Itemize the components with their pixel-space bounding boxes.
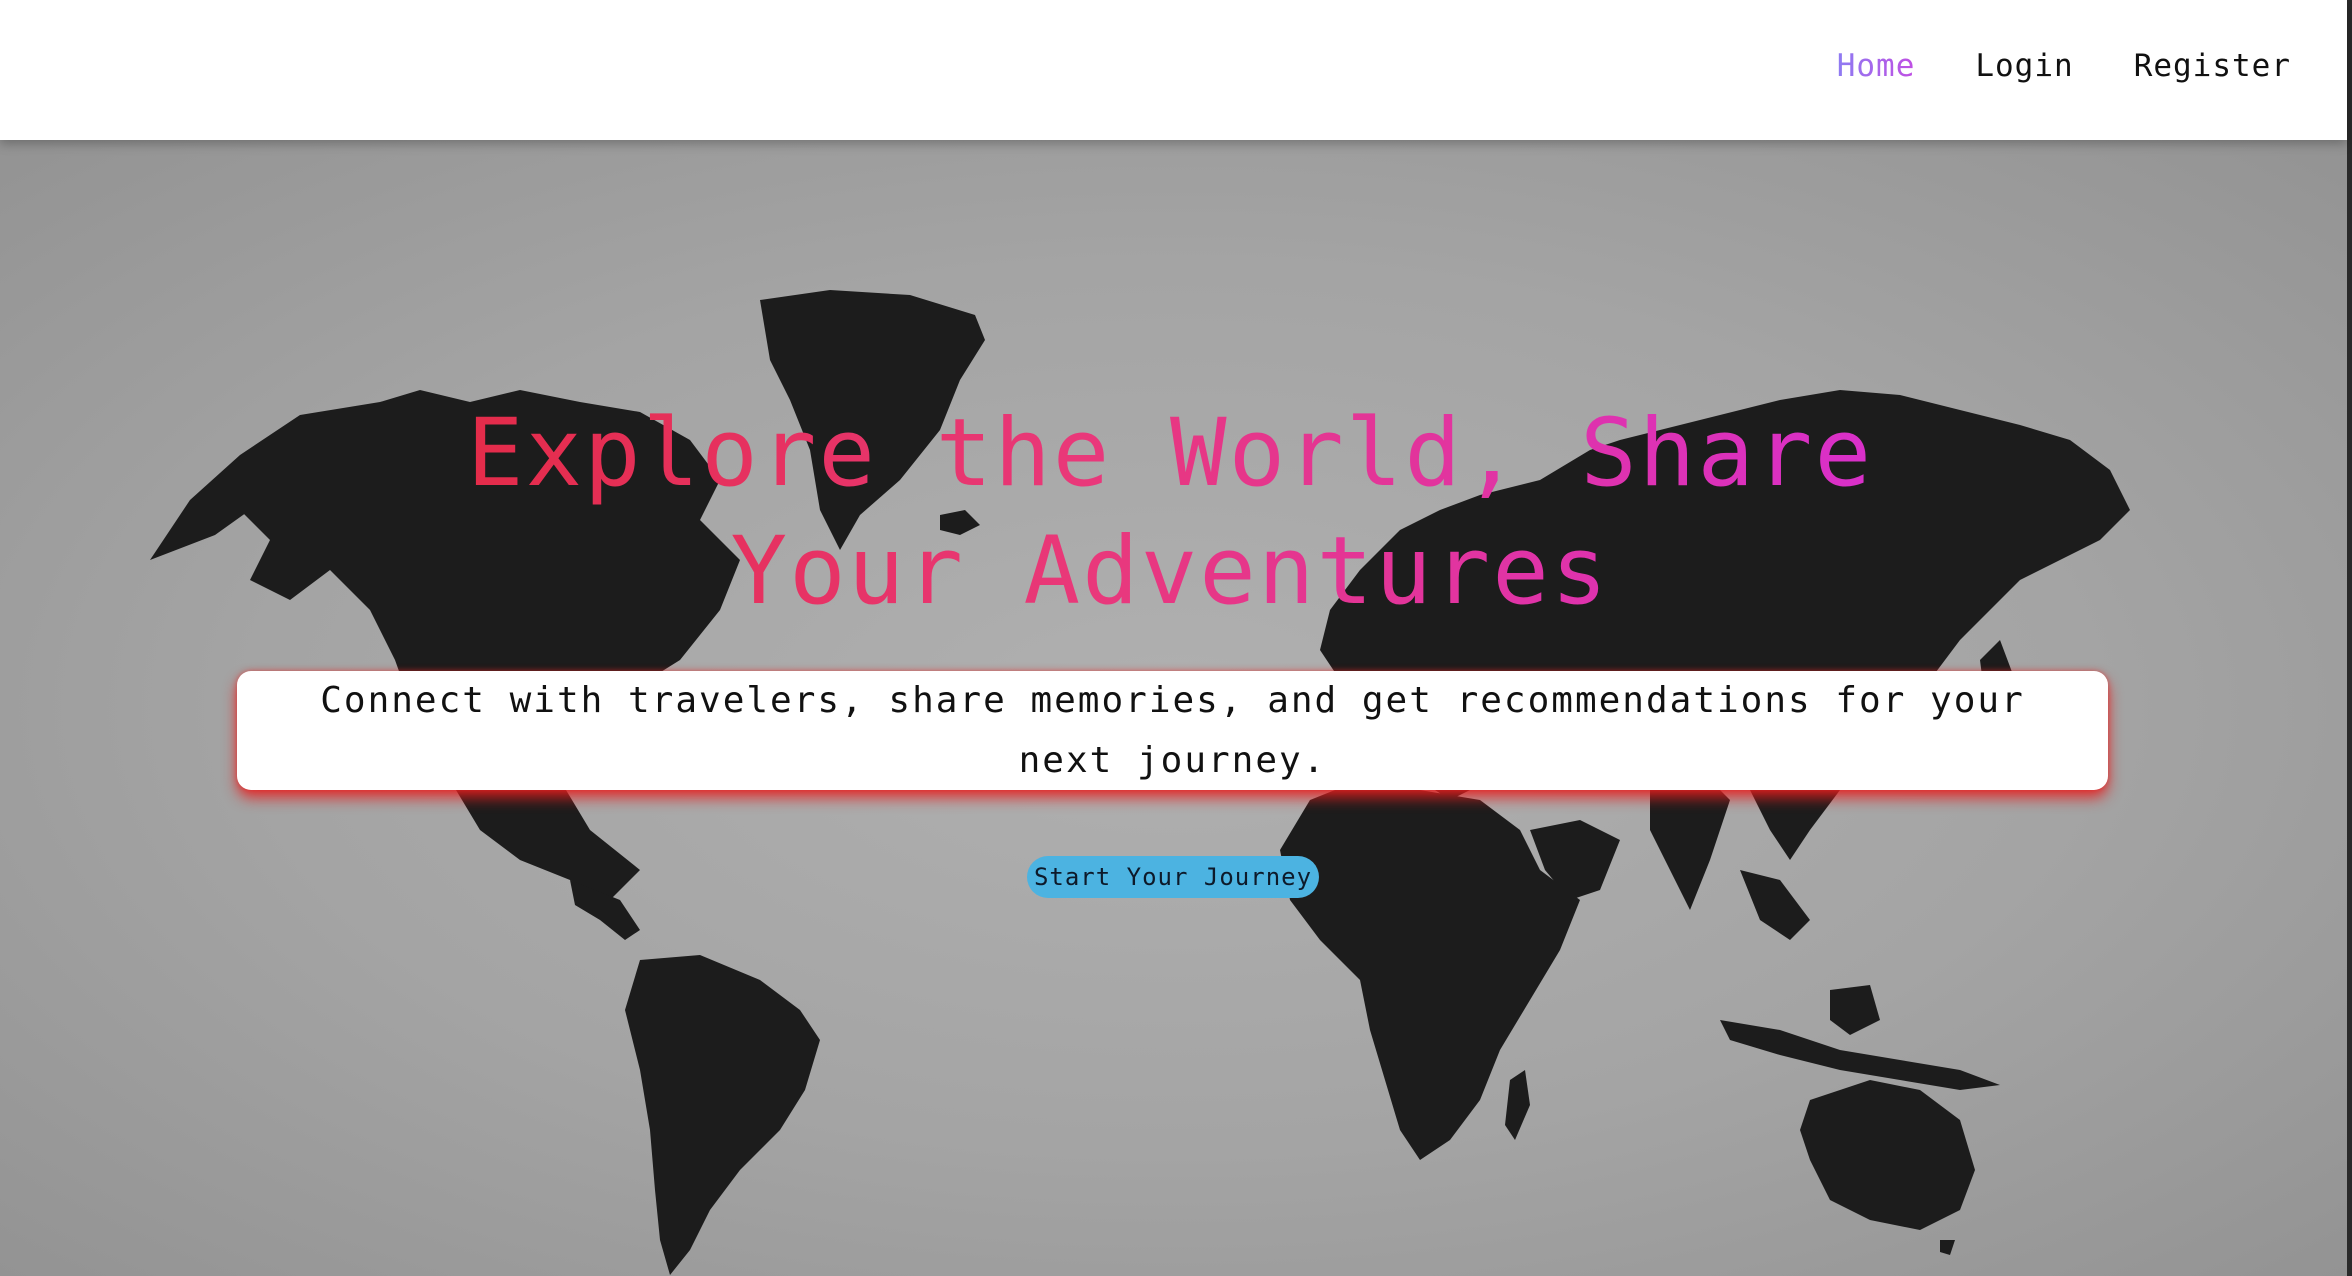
right-edge-strip: [2347, 0, 2352, 1276]
nav-link-login[interactable]: Login: [1975, 48, 2073, 84]
map-madagascar: [1505, 1070, 1530, 1140]
nav-link-home[interactable]: Home: [1837, 48, 1916, 84]
hero-title: Explore the World, Share Your Adventures: [330, 395, 2010, 631]
navbar: Home Login Register: [0, 0, 2347, 140]
page: Home Login Register Explore the World, S…: [0, 0, 2352, 1276]
map-alaska: [150, 455, 250, 560]
map-indonesia: [1720, 1020, 2000, 1090]
map-australia: [1800, 1080, 1975, 1230]
start-journey-button[interactable]: Start Your Journey: [1027, 856, 1319, 898]
nav-links: Home Login Register: [1837, 48, 2291, 84]
map-india: [1650, 770, 1730, 910]
subtitle-card: Connect with travelers, share memories, …: [237, 671, 2108, 790]
map-borneo: [1830, 985, 1880, 1035]
map-tasmania: [1940, 1240, 1955, 1255]
hero-subtitle: Connect with travelers, share memories, …: [320, 679, 2025, 781]
nav-link-register[interactable]: Register: [2134, 48, 2291, 84]
map-southeast-asia: [1740, 870, 1810, 940]
map-south-america: [625, 955, 820, 1275]
hero-section: Explore the World, Share Your Adventures…: [0, 140, 2347, 1276]
